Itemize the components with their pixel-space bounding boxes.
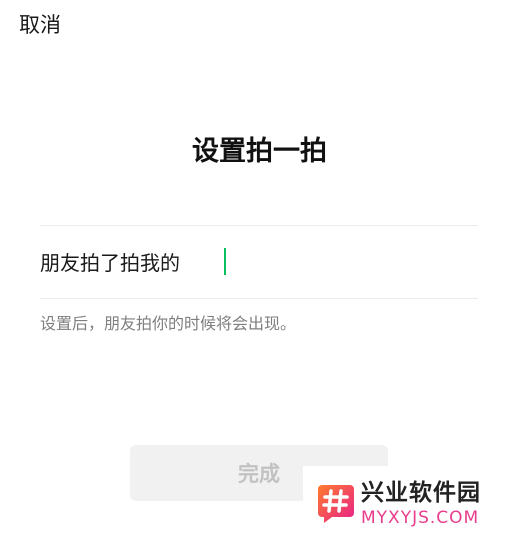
cancel-button[interactable]: 取消 (19, 11, 61, 39)
pat-suffix-input[interactable] (180, 248, 416, 278)
pat-settings-screen: 取消 设置拍一拍 朋友拍了拍我的 设置后，朋友拍你的时候将会出现。 完成 兴业软… (0, 0, 519, 541)
watermark-url: MYXYJS.COM (361, 508, 480, 528)
text-caret (224, 248, 226, 275)
divider-bottom (40, 298, 478, 299)
pat-prefix-label: 朋友拍了拍我的 (40, 251, 180, 275)
divider-top (40, 225, 478, 226)
hash-logo-icon (318, 485, 354, 523)
page-title: 设置拍一拍 (192, 136, 327, 167)
hint-text: 设置后，朋友拍你的时候将会出现。 (40, 314, 297, 333)
watermark: 兴业软件园 MYXYJS.COM (303, 466, 519, 541)
pat-suffix-row: 朋友拍了拍我的 (40, 247, 478, 279)
watermark-name: 兴业软件园 (361, 480, 481, 506)
